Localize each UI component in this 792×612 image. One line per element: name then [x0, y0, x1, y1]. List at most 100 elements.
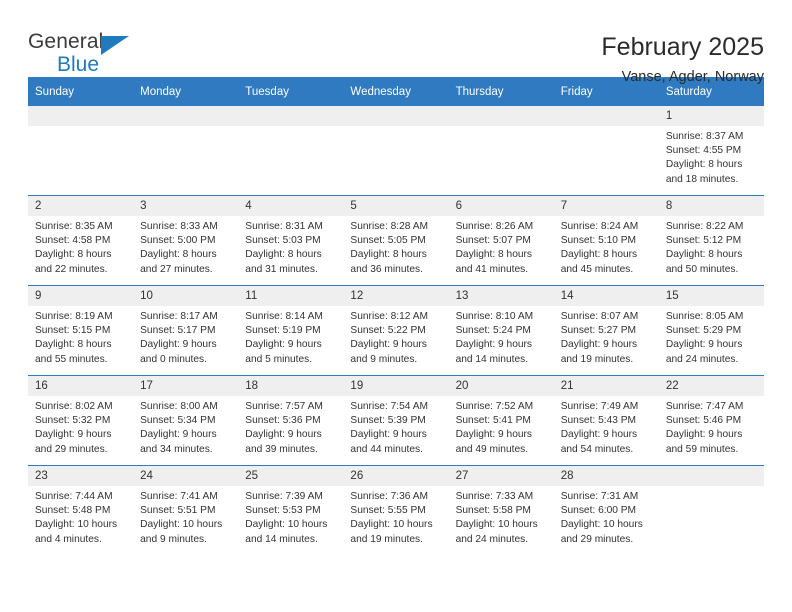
daylight-duration: Daylight: 9 hours [665, 339, 743, 351]
day-details: Sunrise: 8:26 AM Sunset: 5:07 PM Daylight:… [449, 216, 554, 277]
day-number [28, 106, 134, 126]
sunset-time: Sunset: 5:22 PM [350, 325, 426, 337]
sunset-time: Sunset: 5:55 PM [350, 505, 426, 517]
sunrise-time: Sunrise: 7:41 AM [140, 491, 218, 502]
calendar-empty-cell [448, 106, 554, 196]
day-number: 15 [658, 286, 764, 306]
sunrise-time: Sunrise: 7:36 AM [350, 491, 429, 502]
calendar-day-cell[interactable]: 6 Sunrise: 8:26 AM Sunset: 5:07 PM Daylight… [448, 195, 554, 286]
sunset-time: Sunset: 6:00 PM [560, 505, 637, 517]
calendar-body: 1 Sunrise: 8:37 AM Sunset: 4:55 PM Daylight… [28, 106, 764, 555]
daylight-duration: Daylight: 9 hours [455, 429, 533, 441]
sunrise-time: Sunrise: 8:02 AM [35, 401, 113, 412]
sunset-time: Sunset: 5:03 PM [245, 235, 321, 247]
calendar-day-cell[interactable]: 22 Sunrise: 7:47 AM Sunset: 5:46 PM Dayligh… [658, 375, 764, 466]
calendar-day-cell[interactable]: 27 Sunrise: 7:33 AM Sunset: 5:58 PM Dayligh… [448, 465, 554, 555]
calendar-day-cell[interactable]: 1 Sunrise: 8:37 AM Sunset: 4:55 PM Daylight… [658, 106, 764, 196]
daylight-duration: Daylight: 8 hours [665, 159, 743, 171]
calendar-day-cell[interactable]: 19 Sunrise: 7:54 AM Sunset: 5:39 PM Dayligh… [343, 375, 449, 466]
day-number: 22 [658, 376, 764, 396]
sunset-time: Sunset: 5:36 PM [245, 415, 321, 427]
calendar-empty-cell [28, 106, 134, 196]
day-details: Sunrise: 8:35 AM Sunset: 4:58 PM Daylight:… [28, 216, 133, 277]
sunset-time: Sunset: 5:34 PM [140, 415, 216, 427]
logo-text-general: General [28, 30, 104, 53]
calendar-day-cell[interactable]: 11 Sunrise: 8:14 AM Sunset: 5:19 PM Dayligh… [238, 285, 344, 376]
sunrise-time: Sunrise: 8:17 AM [140, 311, 218, 322]
calendar-week-row: 16 Sunrise: 8:02 AM Sunset: 5:32 PM Dayligh… [28, 375, 764, 466]
sunrise-time: Sunrise: 7:31 AM [560, 491, 639, 502]
calendar-day-cell[interactable]: 3 Sunrise: 8:33 AM Sunset: 5:00 PM Daylight… [133, 195, 239, 286]
daylight-duration: Daylight: 10 hours [350, 519, 433, 531]
calendar-day-cell[interactable]: 26 Sunrise: 7:36 AM Sunset: 5:55 PM Dayligh… [343, 465, 449, 555]
daylight-duration: Daylight: 8 hours [665, 249, 743, 261]
daylight-duration: Daylight: 8 hours [350, 249, 427, 261]
daylight-duration-cont: and 9 minutes. [140, 533, 207, 545]
sunset-time: Sunset: 5:10 PM [560, 235, 637, 247]
calendar-day-cell[interactable]: 10 Sunrise: 8:17 AM Sunset: 5:17 PM Dayligh… [133, 285, 239, 376]
daylight-duration-cont: and 9 minutes. [350, 353, 418, 365]
daylight-duration-cont: and 59 minutes. [665, 443, 739, 455]
calendar-day-cell[interactable]: 9 Sunrise: 8:19 AM Sunset: 5:15 PM Daylight… [28, 285, 134, 376]
sunrise-time: Sunrise: 7:39 AM [245, 491, 323, 502]
calendar-day-cell[interactable]: 16 Sunrise: 8:02 AM Sunset: 5:32 PM Dayligh… [28, 375, 134, 466]
calendar-day-cell[interactable]: 5 Sunrise: 8:28 AM Sunset: 5:05 PM Daylight… [343, 195, 449, 286]
day-number: 9 [28, 286, 134, 306]
sunset-time: Sunset: 5:48 PM [35, 505, 111, 517]
day-details: Sunrise: 8:12 AM Sunset: 5:22 PM Daylight:… [343, 306, 448, 367]
sunrise-time: Sunrise: 8:07 AM [560, 311, 639, 322]
calendar-day-cell[interactable]: 17 Sunrise: 8:00 AM Sunset: 5:34 PM Dayligh… [133, 375, 239, 466]
general-blue-logo[interactable]: General Blue [28, 30, 148, 82]
calendar-empty-cell [658, 465, 764, 555]
day-number [448, 106, 554, 126]
daylight-duration: Daylight: 9 hours [350, 339, 427, 351]
calendar-day-cell[interactable]: 23 Sunrise: 7:44 AM Sunset: 5:48 PM Dayligh… [28, 465, 134, 555]
calendar-day-cell[interactable]: 12 Sunrise: 8:12 AM Sunset: 5:22 PM Dayligh… [343, 285, 449, 376]
daylight-duration-cont: and 31 minutes. [245, 263, 318, 275]
calendar-day-cell[interactable]: 7 Sunrise: 8:24 AM Sunset: 5:10 PM Daylight… [553, 195, 659, 286]
daylight-duration: Daylight: 10 hours [245, 519, 328, 531]
daylight-duration-cont: and 24 minutes. [455, 533, 529, 545]
page-header: General Blue February 2025 Vanse, Agder,… [28, 0, 764, 85]
calendar-day-cell[interactable]: 25 Sunrise: 7:39 AM Sunset: 5:53 PM Dayligh… [238, 465, 344, 555]
day-details: Sunrise: 7:49 AM Sunset: 5:43 PM Daylight:… [554, 396, 659, 457]
calendar-day-cell[interactable]: 2 Sunrise: 8:35 AM Sunset: 4:58 PM Daylight… [28, 195, 134, 286]
day-number [343, 106, 449, 126]
daylight-duration: Daylight: 9 hours [245, 429, 322, 441]
daylight-duration: Daylight: 8 hours [560, 249, 638, 261]
daylight-duration: Daylight: 8 hours [455, 249, 533, 261]
day-details: Sunrise: 8:10 AM Sunset: 5:24 PM Daylight:… [449, 306, 554, 367]
calendar-day-cell[interactable]: 8 Sunrise: 8:22 AM Sunset: 5:12 PM Daylight… [658, 195, 764, 286]
calendar-day-cell[interactable]: 15 Sunrise: 8:05 AM Sunset: 5:29 PM Dayligh… [658, 285, 764, 376]
day-number: 19 [343, 376, 449, 396]
day-number: 6 [448, 196, 554, 216]
day-number: 13 [448, 286, 554, 306]
daylight-duration: Daylight: 8 hours [35, 249, 112, 261]
sunrise-time: Sunrise: 7:49 AM [560, 401, 639, 412]
daylight-duration-cont: and 34 minutes. [140, 443, 213, 455]
location-subtitle: Vanse, Agder, Norway [621, 69, 764, 85]
daylight-duration-cont: and 45 minutes. [560, 263, 634, 275]
daylight-duration-cont: and 14 minutes. [245, 533, 318, 545]
calendar-day-cell[interactable]: 4 Sunrise: 8:31 AM Sunset: 5:03 PM Daylight… [238, 195, 344, 286]
daylight-duration-cont: and 29 minutes. [560, 533, 634, 545]
calendar-day-cell[interactable]: 13 Sunrise: 8:10 AM Sunset: 5:24 PM Dayligh… [448, 285, 554, 376]
sunrise-time: Sunrise: 7:52 AM [455, 401, 534, 412]
day-details: Sunrise: 7:47 AM Sunset: 5:46 PM Daylight:… [659, 396, 764, 457]
sunset-time: Sunset: 5:51 PM [140, 505, 216, 517]
calendar-day-cell[interactable]: 14 Sunrise: 8:07 AM Sunset: 5:27 PM Dayligh… [553, 285, 659, 376]
calendar-day-cell[interactable]: 21 Sunrise: 7:49 AM Sunset: 5:43 PM Dayligh… [553, 375, 659, 466]
daylight-duration: Daylight: 9 hours [560, 429, 638, 441]
calendar-day-cell[interactable]: 20 Sunrise: 7:52 AM Sunset: 5:41 PM Dayligh… [448, 375, 554, 466]
calendar-week-row: 1 Sunrise: 8:37 AM Sunset: 4:55 PM Daylight… [28, 106, 764, 196]
sunset-time: Sunset: 5:07 PM [455, 235, 531, 247]
day-details: Sunrise: 8:05 AM Sunset: 5:29 PM Daylight:… [659, 306, 764, 367]
day-number: 20 [448, 376, 554, 396]
calendar-day-cell[interactable]: 28 Sunrise: 7:31 AM Sunset: 6:00 PM Dayligh… [553, 465, 659, 555]
daylight-duration-cont: and 41 minutes. [455, 263, 529, 275]
daylight-duration-cont: and 50 minutes. [665, 263, 739, 275]
sunrise-sunset-calendar: Sunday Monday Tuesday Wednesday Thursday Frid… [28, 77, 764, 555]
day-number: 17 [133, 376, 239, 396]
calendar-day-cell[interactable]: 18 Sunrise: 7:57 AM Sunset: 5:36 PM Dayligh… [238, 375, 344, 466]
calendar-day-cell[interactable]: 24 Sunrise: 7:41 AM Sunset: 5:51 PM Dayligh… [133, 465, 239, 555]
